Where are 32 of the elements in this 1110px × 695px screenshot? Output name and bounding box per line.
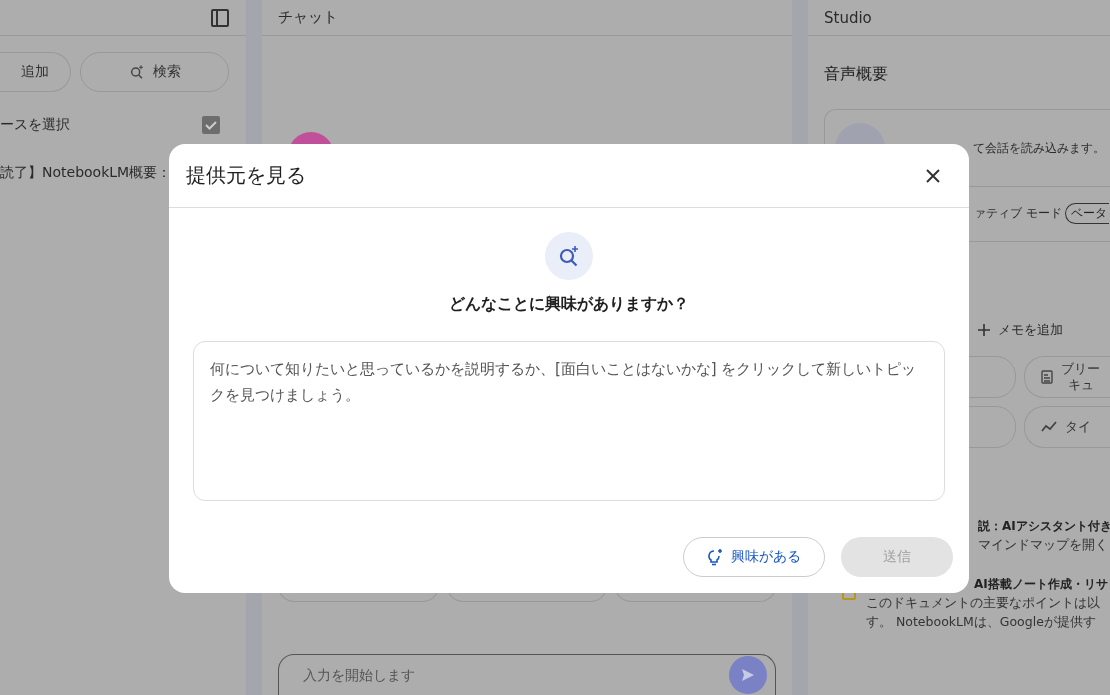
chat-input-field[interactable]: 入力を開始します: [301, 666, 729, 684]
checkmark-icon: [204, 118, 218, 132]
note-snippet: す。 NotebookLMは、Googleが提供す: [866, 614, 1097, 631]
sidebar-toggle-icon[interactable]: [210, 7, 230, 28]
studio-tool-button[interactable]: タイ: [1024, 406, 1110, 448]
search-icon: [128, 64, 145, 80]
interest-button[interactable]: 興味がある: [683, 537, 825, 577]
document-icon: [1041, 370, 1053, 384]
close-icon: [925, 167, 941, 184]
panel-title: チャット: [278, 8, 338, 27]
dialog-title: 提供元を見る: [186, 162, 306, 189]
topic-input-field[interactable]: 何について知りたいと思っているかを説明するか、[面白いことはないかな] をクリックして新しいトピックを見つけましょう。: [193, 341, 945, 501]
chat-input-box[interactable]: 入力を開始します: [278, 654, 776, 695]
send-icon: [740, 667, 756, 683]
note-title[interactable]: 説：AIアシスタント付き: [978, 518, 1110, 535]
plus-icon: [978, 324, 990, 336]
note-snippet: マインドマップを開く: [978, 537, 1109, 554]
trend-icon: [1041, 421, 1057, 433]
audio-overview-text: て会話を読み込みます。: [973, 139, 1105, 157]
section-title: 音声概要: [824, 64, 888, 85]
source-title[interactable]: 読了】NotebookLM概要：: [0, 164, 172, 180]
add-note-button[interactable]: メモを追加: [998, 321, 1063, 339]
note-snippet: このドキュメントの主要なポイントは以: [866, 595, 1101, 612]
select-all-label: ースを選択: [0, 116, 70, 134]
select-all-checkbox[interactable]: [202, 116, 220, 134]
dialog-question: どんなことに興味がありますか？: [449, 294, 689, 315]
panel-title: Studio: [824, 8, 872, 27]
note-title[interactable]: AI搭載ノート作成・リサ: [974, 576, 1108, 593]
search-icon: [557, 244, 581, 268]
studio-tool-button[interactable]: ブリー キュ: [1024, 356, 1110, 398]
mode-label: ァティブ モード: [974, 204, 1062, 222]
lightbulb-icon: [707, 548, 723, 566]
